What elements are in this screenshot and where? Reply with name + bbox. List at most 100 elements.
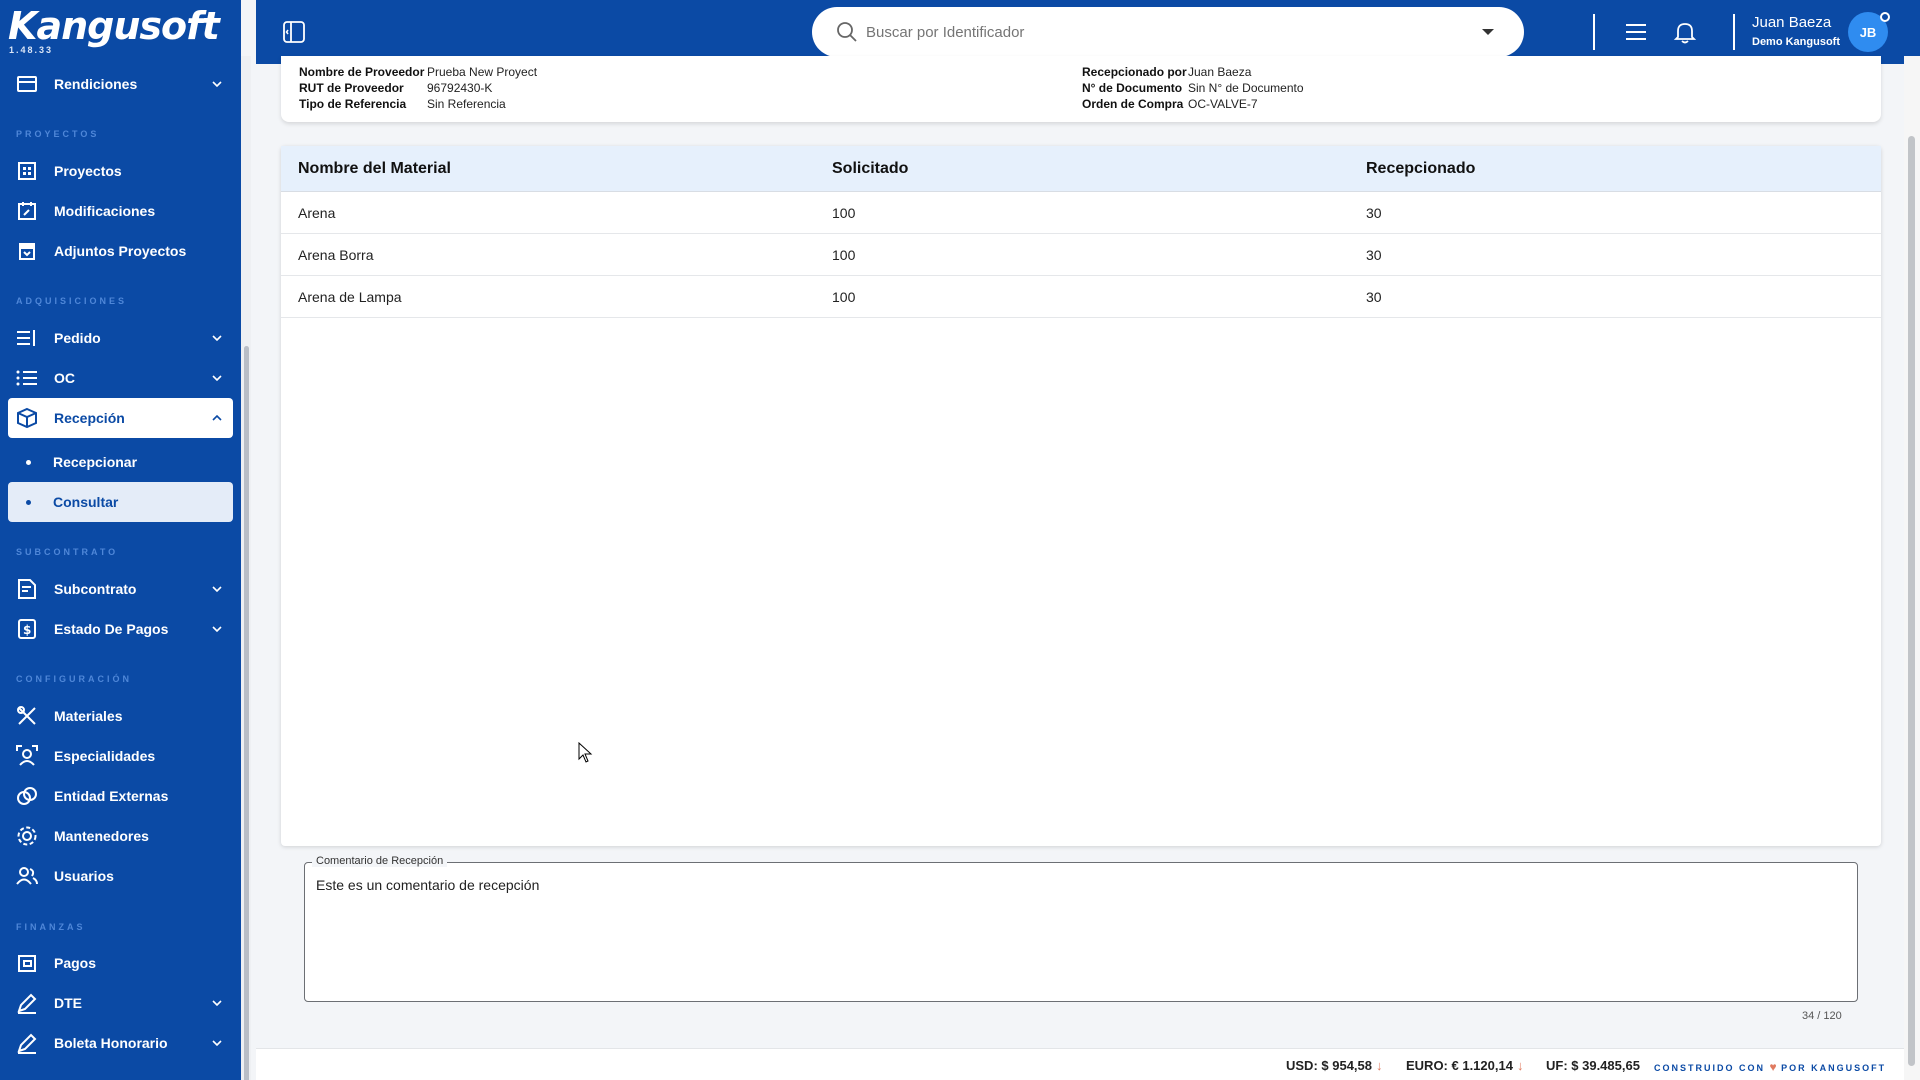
mouse-cursor-icon bbox=[578, 741, 594, 764]
info-recepcionado-por: Recepcionado porJuan Baeza bbox=[1082, 65, 1251, 79]
credit-text: CONSTRUIDO CON ♥ POR KANGUSOFT bbox=[1654, 1060, 1886, 1074]
sidebar-item-label: Entidad Externas bbox=[54, 788, 169, 804]
info-key: N° de Documento bbox=[1082, 81, 1183, 95]
menu-icon[interactable] bbox=[1624, 20, 1648, 44]
column-header-solicitado[interactable]: Solicitado bbox=[832, 160, 908, 178]
section-proyectos: PROYECTOS bbox=[16, 129, 100, 139]
cell-material: Arena de Lampa bbox=[298, 289, 402, 305]
sidebar-item-proyectos[interactable]: Proyectos bbox=[8, 151, 233, 191]
bell-icon[interactable] bbox=[1673, 20, 1697, 44]
sidebar-item-pagos[interactable]: Pagos bbox=[8, 943, 233, 983]
dropdown-caret-icon[interactable] bbox=[1482, 29, 1494, 35]
table-row[interactable]: Arena 100 30 bbox=[281, 192, 1881, 234]
sidebar-item-estado-pagos[interactable]: $ Estado De Pagos bbox=[8, 609, 233, 649]
bullet-icon bbox=[26, 499, 31, 505]
info-key: Nombre de Proveedor bbox=[299, 65, 425, 79]
search-input[interactable] bbox=[866, 23, 1482, 41]
comment-value[interactable]: Este es un comentario de recepción bbox=[316, 877, 539, 893]
scrollbar-thumb[interactable] bbox=[244, 346, 249, 1080]
search-icon bbox=[836, 21, 858, 43]
info-value: Sin Referencia bbox=[427, 97, 506, 111]
sidebar-item-label: Subcontrato bbox=[54, 581, 137, 597]
credit-left: CONSTRUIDO CON bbox=[1654, 1063, 1765, 1073]
sidebar: Kangusoft 1.48.33 Rendiciones PROYECTOS … bbox=[0, 0, 241, 1080]
character-counter: 34 / 120 bbox=[1802, 1010, 1842, 1022]
info-key: RUT de Proveedor bbox=[299, 81, 404, 95]
sidebar-item-subcontrato[interactable]: Subcontrato bbox=[8, 569, 233, 609]
search-bar[interactable] bbox=[812, 7, 1524, 57]
sidebar-item-recepcionar[interactable]: Recepcionar bbox=[8, 442, 233, 482]
sidebar-item-consultar[interactable]: Consultar bbox=[8, 482, 233, 522]
column-header-recepcionado[interactable]: Recepcionado bbox=[1366, 160, 1475, 178]
sidebar-item-recepcion[interactable]: Recepción bbox=[8, 398, 233, 438]
topbar: Juan Baeza Demo Kangusoft JB bbox=[256, 0, 1920, 64]
sidebar-toggle-icon[interactable] bbox=[282, 20, 306, 44]
sidebar-item-entidad-externas[interactable]: Entidad Externas bbox=[8, 776, 233, 816]
sidebar-item-label: Proyectos bbox=[54, 163, 122, 179]
sidebar-item-label: Pagos bbox=[54, 955, 97, 971]
sidebar-item-label: Recepcionar bbox=[53, 454, 138, 470]
sidebar-item-materiales[interactable]: Materiales bbox=[8, 696, 233, 736]
sidebar-item-modificaciones[interactable]: Modificaciones bbox=[8, 191, 233, 231]
user-organization: Demo Kangusoft bbox=[1752, 36, 1840, 48]
cell-material: Arena bbox=[298, 205, 336, 221]
chevron-down-icon bbox=[209, 581, 225, 597]
bullet-icon bbox=[26, 459, 31, 465]
section-adquisiciones: ADQUISICIONES bbox=[16, 296, 128, 306]
sidebar-item-adjuntos[interactable]: Adjuntos Proyectos bbox=[8, 231, 233, 271]
sidebar-item-especialidades[interactable]: Especialidades bbox=[8, 736, 233, 776]
sidebar-item-usuarios[interactable]: Usuarios bbox=[8, 856, 233, 896]
info-key: Orden de Compra bbox=[1082, 97, 1184, 111]
cell-solicitado: 100 bbox=[832, 205, 856, 221]
users-icon bbox=[14, 863, 40, 889]
table-row[interactable]: Arena de Lampa 100 30 bbox=[281, 276, 1881, 318]
chevron-up-icon bbox=[209, 410, 225, 426]
status-indicator bbox=[1880, 12, 1890, 22]
uf-rate: UF: $ 39.485,65 bbox=[1546, 1058, 1640, 1073]
archive-icon bbox=[14, 238, 40, 264]
credit-right: POR KANGUSOFT bbox=[1781, 1063, 1887, 1073]
receipt-icon bbox=[14, 950, 40, 976]
main-scrollbar[interactable] bbox=[1904, 56, 1920, 1080]
sidebar-item-rendiciones[interactable]: Rendiciones bbox=[8, 64, 233, 104]
pen-icon bbox=[14, 1030, 40, 1056]
info-referencia: Tipo de Referencia Sin Referencia bbox=[299, 97, 506, 111]
sidebar-item-label: OC bbox=[54, 370, 75, 386]
info-key: Tipo de Referencia bbox=[299, 97, 407, 111]
column-header-material[interactable]: Nombre del Material bbox=[298, 160, 451, 178]
checklist-icon bbox=[14, 365, 40, 391]
divider bbox=[1593, 14, 1595, 50]
cell-solicitado: 100 bbox=[832, 289, 856, 305]
scrollbar-thumb[interactable] bbox=[1908, 136, 1915, 1066]
svg-text:$: $ bbox=[23, 623, 31, 637]
info-value: Prueba New Proyect bbox=[427, 65, 538, 79]
sidebar-scrollbar[interactable] bbox=[241, 56, 251, 1080]
sidebar-item-label: Estado De Pagos bbox=[54, 621, 169, 637]
chevron-down-icon bbox=[209, 621, 225, 637]
sidebar-item-label: Modificaciones bbox=[54, 203, 156, 219]
app-logo[interactable]: Kangusoft bbox=[8, 4, 220, 48]
sidebar-item-mantenedores[interactable]: Mantenedores bbox=[8, 816, 233, 856]
link-circles-icon bbox=[14, 783, 40, 809]
table-row[interactable]: Arena Borra 100 30 bbox=[281, 234, 1881, 276]
chevron-down-icon bbox=[209, 370, 225, 386]
sidebar-item-pedido[interactable]: Pedido bbox=[8, 318, 233, 358]
table-header: Nombre del Material Solicitado Recepcion… bbox=[281, 146, 1881, 192]
sidebar-item-oc[interactable]: OC bbox=[8, 358, 233, 398]
info-value: OC-VALVE-7 bbox=[1188, 97, 1258, 111]
section-finanzas: FINANZAS bbox=[16, 922, 86, 932]
arrow-down-icon: ↓ bbox=[1376, 1058, 1383, 1073]
chevron-down-icon bbox=[209, 1035, 225, 1051]
sidebar-item-boleta[interactable]: Boleta Honorario bbox=[8, 1023, 233, 1063]
heart-icon: ♥ bbox=[1769, 1060, 1777, 1074]
euro-rate: EURO: € 1.120,14 ↓ bbox=[1406, 1058, 1523, 1073]
user-name[interactable]: Juan Baeza bbox=[1752, 14, 1831, 31]
list-sort-icon bbox=[14, 325, 40, 351]
sidebar-item-dte[interactable]: DTE bbox=[8, 983, 233, 1023]
arrow-down-icon: ↓ bbox=[1516, 1058, 1524, 1073]
info-key: Recepcionado por bbox=[1082, 65, 1187, 79]
pen-icon bbox=[14, 990, 40, 1016]
sidebar-item-label: Especialidades bbox=[54, 748, 156, 764]
usd-rate-value: USD: $ 954,58 bbox=[1286, 1058, 1372, 1073]
building-icon bbox=[14, 158, 40, 184]
